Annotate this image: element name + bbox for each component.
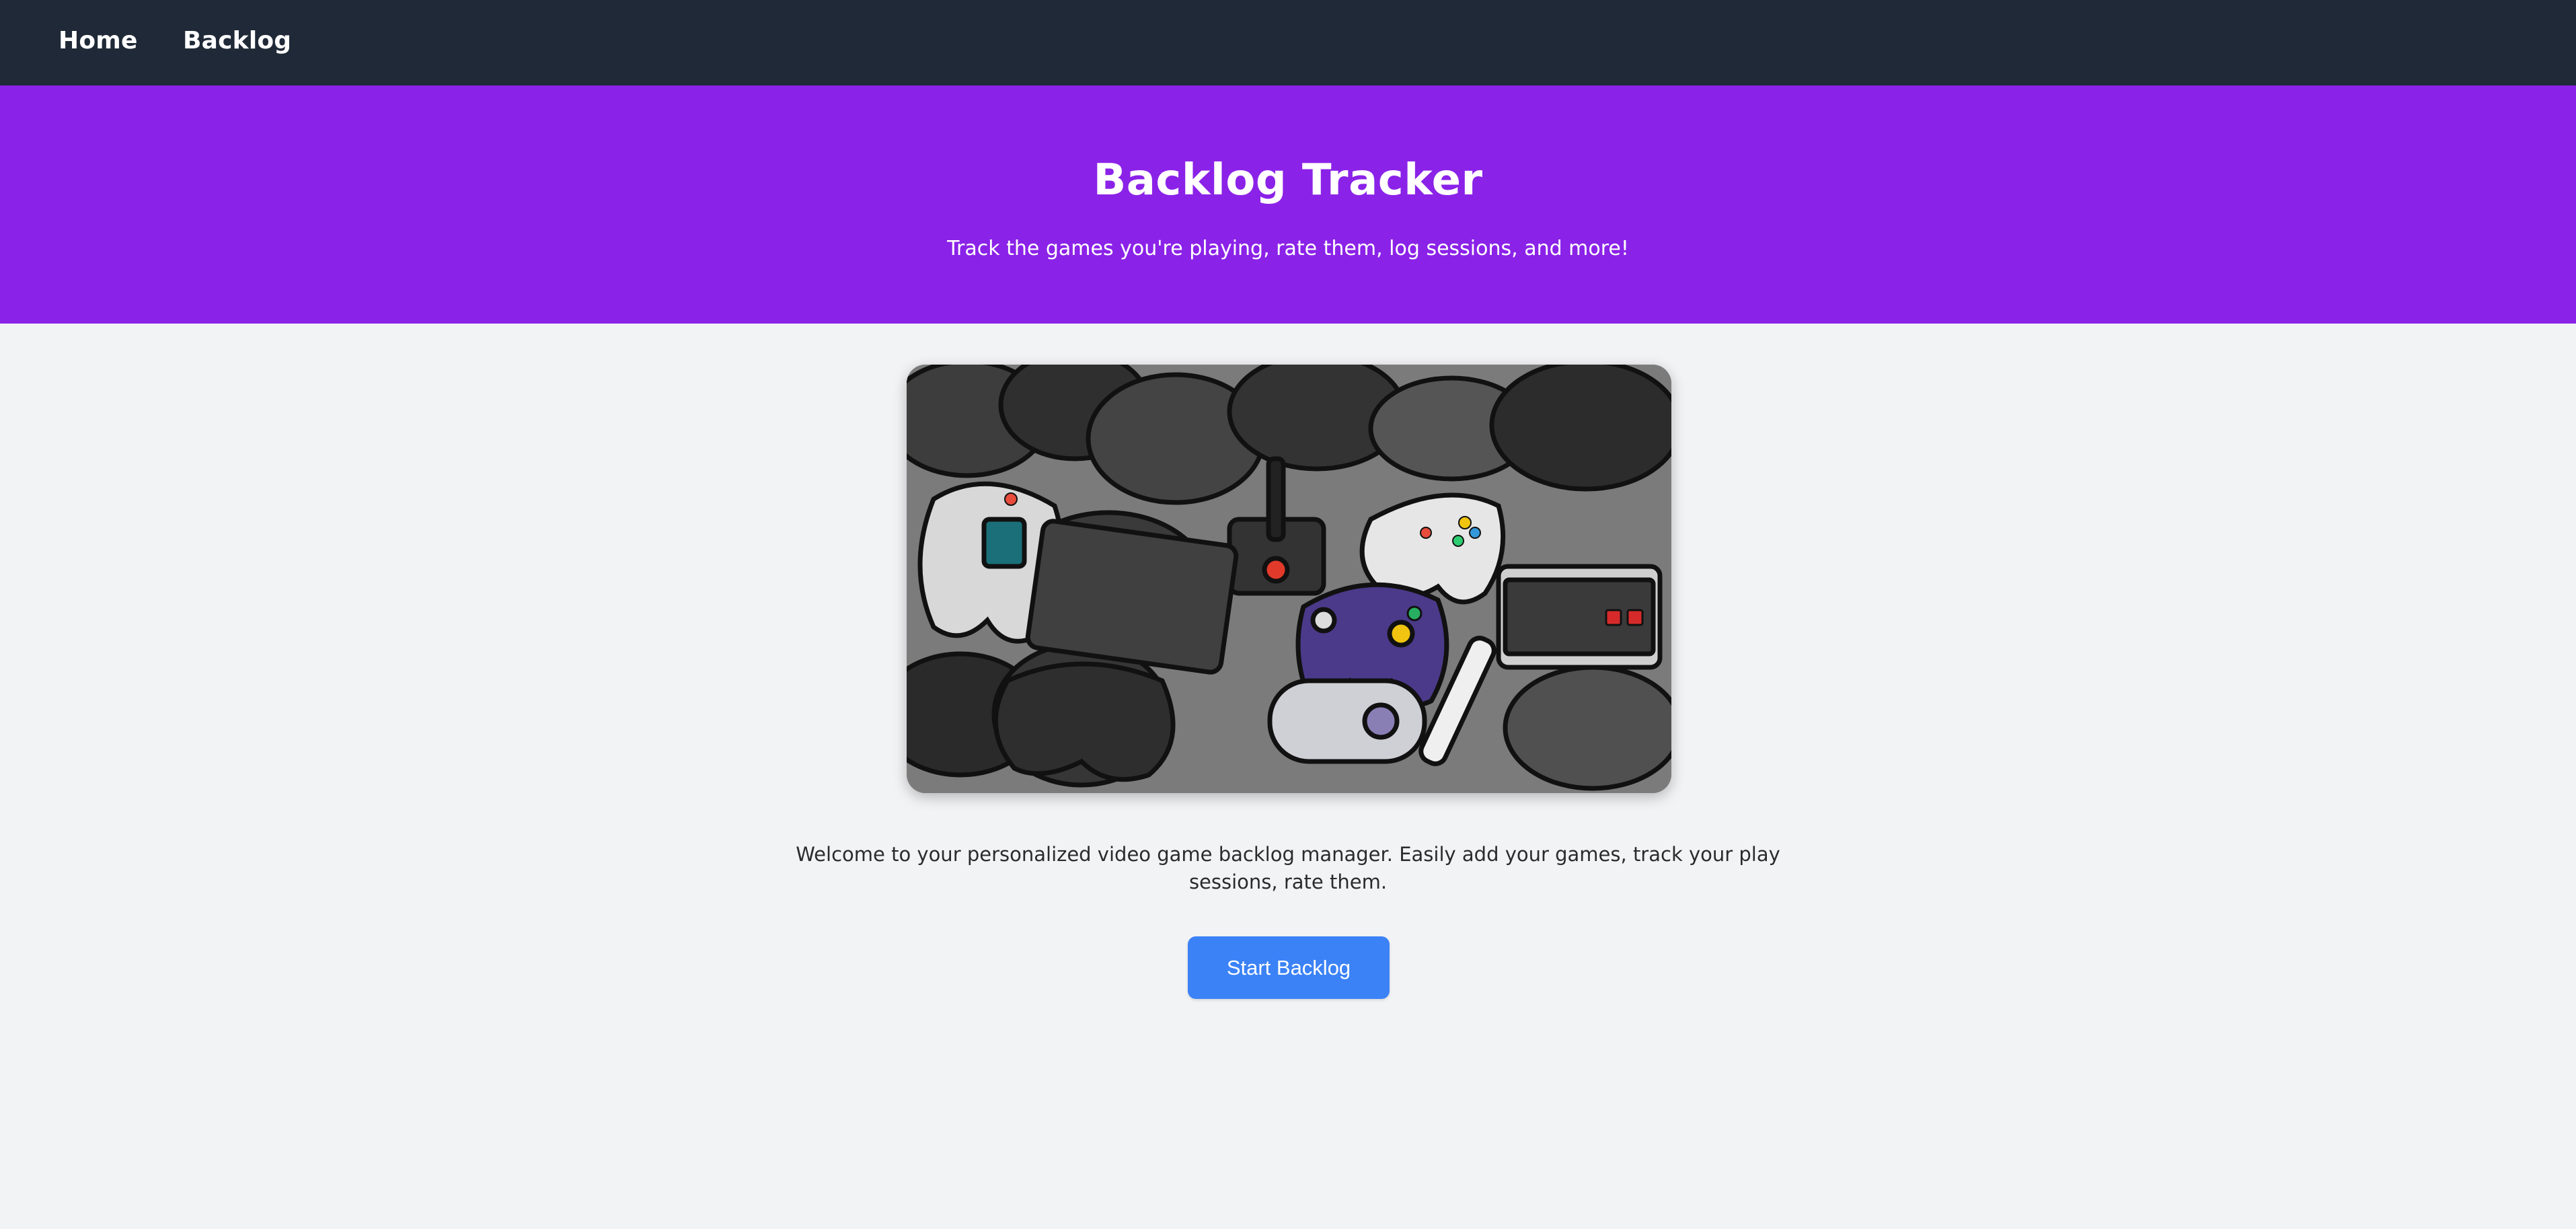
page-title: Backlog Tracker <box>1093 155 1483 205</box>
nav-link-home[interactable]: Home <box>59 27 138 54</box>
nav-link-backlog[interactable]: Backlog <box>183 27 291 54</box>
hero-banner: Backlog Tracker Track the games you're p… <box>0 85 2576 324</box>
top-navigation-bar: Home Backlog <box>0 0 2576 85</box>
page-subtitle: Track the games you're playing, rate the… <box>947 237 1629 260</box>
start-backlog-button[interactable]: Start Backlog <box>1188 936 1390 999</box>
controllers-collage-image <box>907 365 1671 793</box>
welcome-text: Welcome to your personalized video game … <box>796 843 1780 893</box>
